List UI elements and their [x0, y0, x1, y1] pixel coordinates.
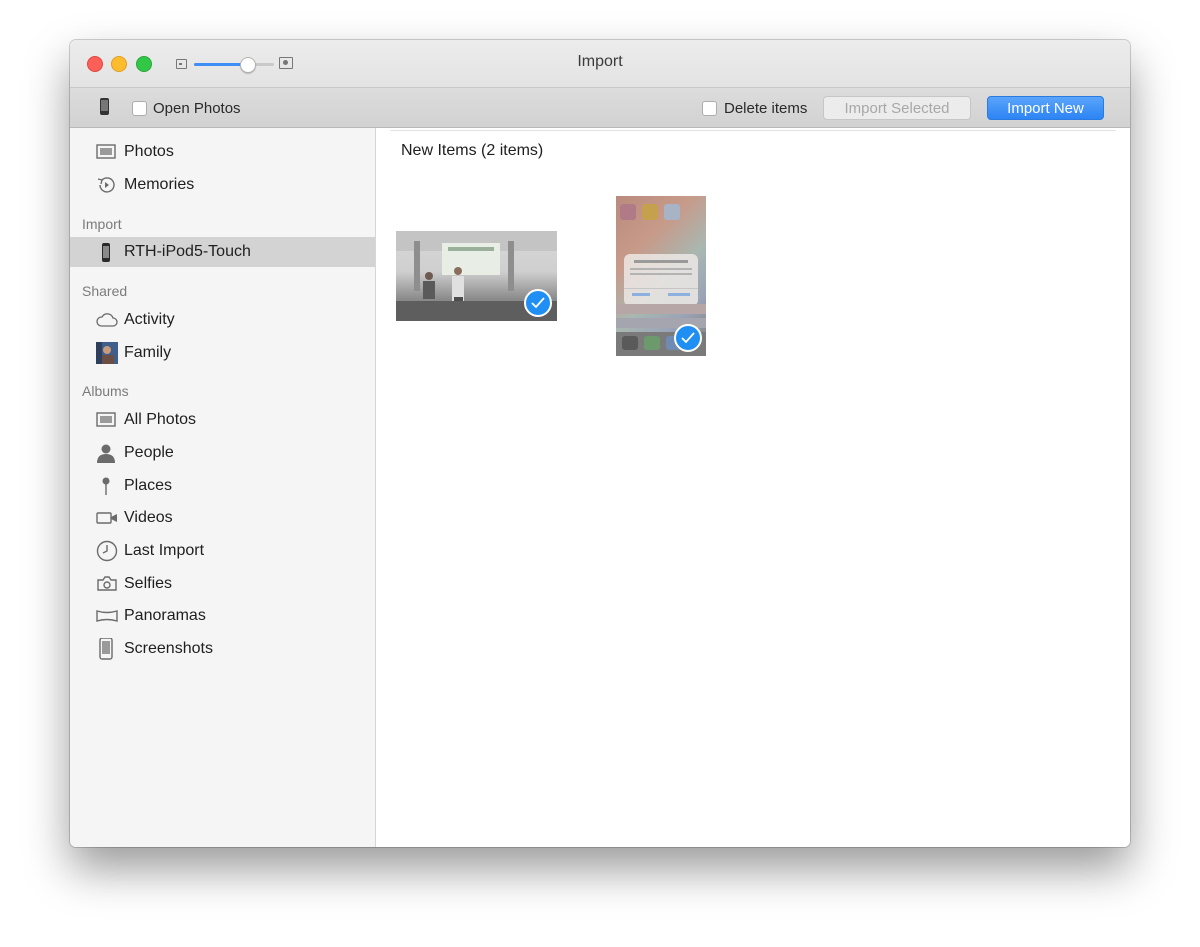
- import-new-button[interactable]: Import New: [987, 96, 1104, 120]
- import-selected-button[interactable]: Import Selected: [823, 96, 971, 120]
- import-window: Import Open Photos Delete items Import S…: [70, 40, 1130, 847]
- title-bar: Import: [70, 40, 1130, 87]
- sidebar-item-places[interactable]: Places: [70, 471, 375, 501]
- memories-icon: [96, 176, 116, 194]
- sidebar-item-last-import[interactable]: Last Import: [70, 536, 375, 566]
- family-avatar-icon: [96, 342, 118, 364]
- divider: [390, 130, 1116, 131]
- sidebar-item-all-photos[interactable]: All Photos: [70, 405, 375, 435]
- sidebar-item-panoramas[interactable]: Panoramas: [70, 601, 375, 631]
- video-camera-icon: [96, 509, 117, 527]
- photos-icon: [96, 143, 116, 161]
- person-icon: [96, 444, 116, 463]
- sidebar-section-shared: Shared: [82, 283, 128, 299]
- sidebar-item-activity[interactable]: Activity: [70, 305, 375, 335]
- sidebar-section-import: Import: [82, 216, 122, 232]
- panorama-icon: [96, 607, 118, 625]
- window-title: Import: [577, 53, 623, 70]
- all-photos-icon: [96, 411, 116, 429]
- new-items-heading: New Items (2 items): [401, 142, 544, 159]
- ipod-icon: [96, 243, 116, 262]
- selfie-camera-icon: [96, 575, 117, 593]
- cloud-icon: [96, 311, 118, 329]
- import-toolbar: Open Photos Delete items Import Selected…: [70, 87, 1130, 128]
- clock-icon: [96, 540, 118, 562]
- delete-items-checkbox[interactable]: [702, 101, 717, 116]
- open-photos-checkbox[interactable]: [132, 101, 147, 116]
- pin-icon: [96, 477, 116, 495]
- sidebar-item-videos[interactable]: Videos: [70, 503, 375, 533]
- sidebar-item-photos[interactable]: Photos: [70, 137, 375, 167]
- open-photos-label[interactable]: Open Photos: [153, 100, 241, 117]
- sidebar: Photos Memories Import RTH-iPod5-Touch S…: [70, 128, 376, 847]
- import-content: New Items (2 items): [376, 128, 1130, 847]
- selected-check-icon[interactable]: [524, 289, 552, 317]
- selected-check-icon[interactable]: [674, 324, 702, 352]
- phone-icon: [96, 637, 116, 660]
- sidebar-item-people[interactable]: People: [70, 438, 375, 468]
- import-item-photo-2[interactable]: [616, 196, 706, 356]
- sidebar-item-screenshots[interactable]: Screenshots: [70, 634, 375, 664]
- delete-items-label[interactable]: Delete items: [724, 100, 807, 117]
- sidebar-item-memories[interactable]: Memories: [70, 170, 375, 200]
- device-icon: [100, 98, 109, 115]
- sidebar-item-selfies[interactable]: Selfies: [70, 569, 375, 599]
- import-item-photo-1[interactable]: [396, 231, 557, 321]
- sidebar-item-rth-ipod5-touch[interactable]: RTH-iPod5-Touch: [70, 237, 375, 267]
- sidebar-section-albums: Albums: [82, 383, 129, 399]
- sidebar-item-family[interactable]: Family: [70, 338, 375, 368]
